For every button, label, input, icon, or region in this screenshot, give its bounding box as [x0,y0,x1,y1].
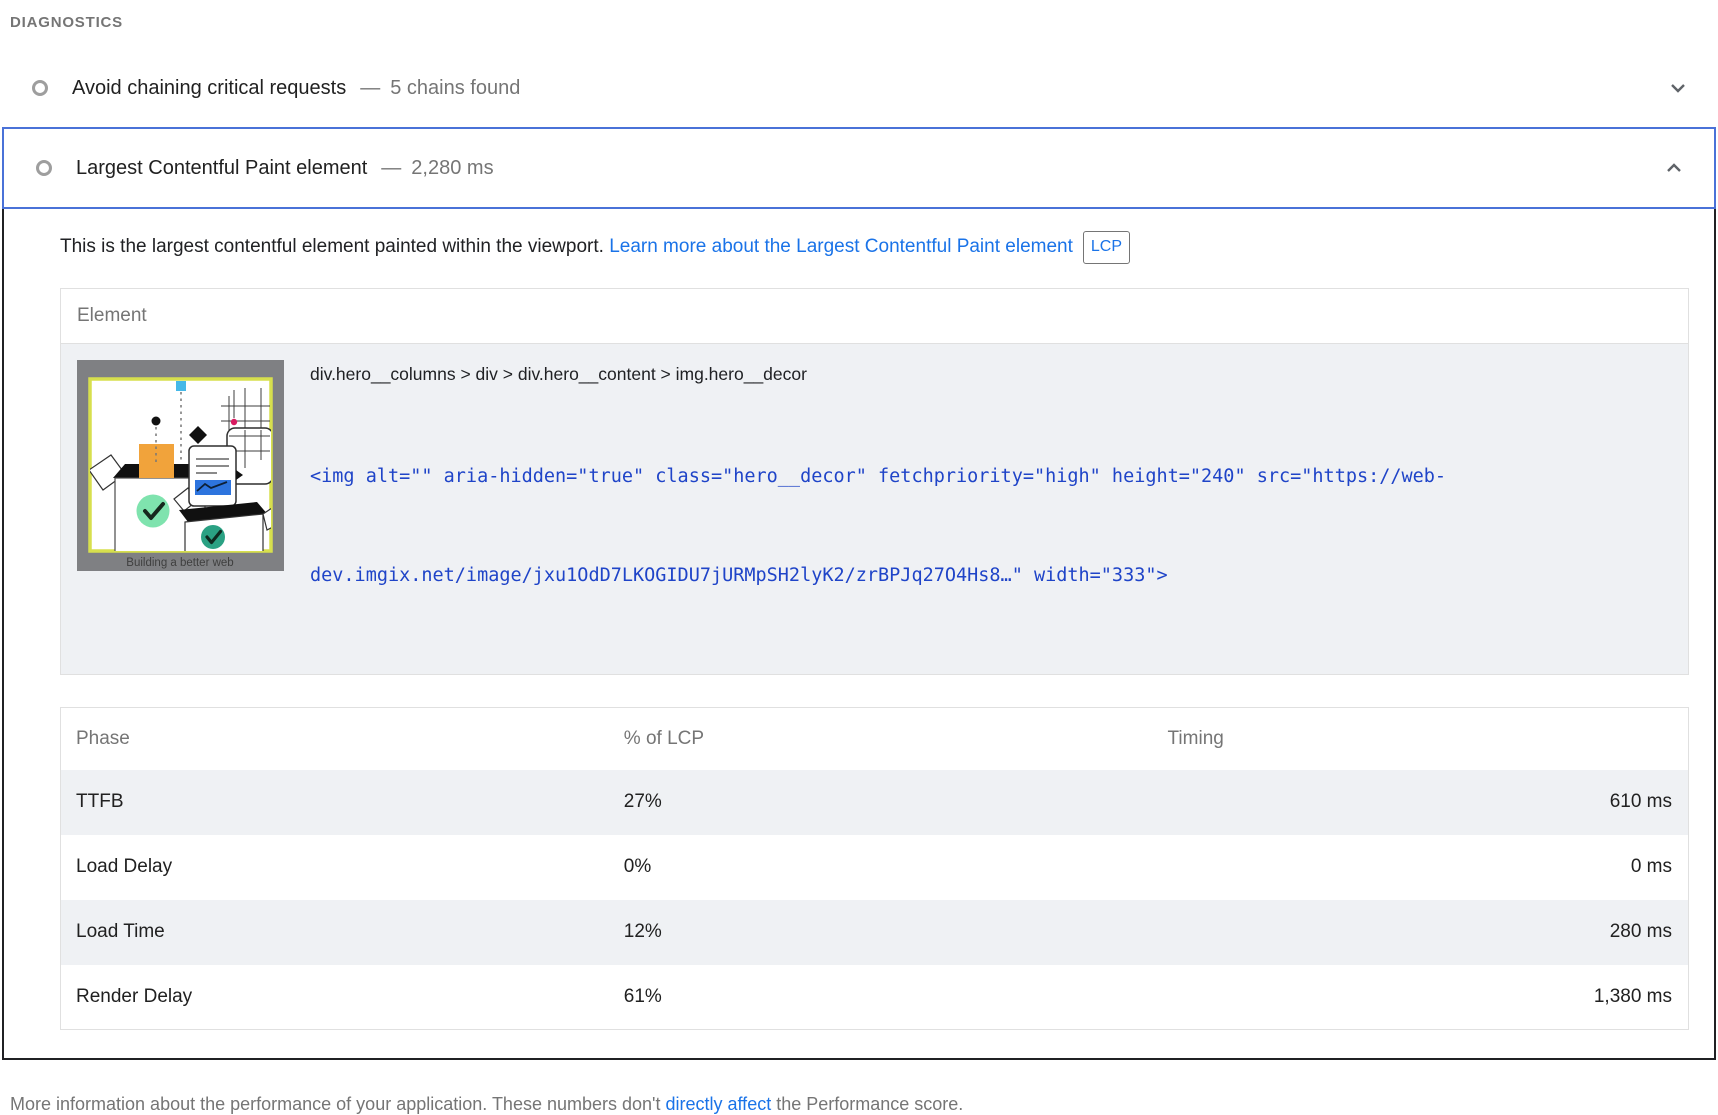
footer-text: the Performance score. [771,1094,963,1114]
description-text: This is the largest contentful element p… [60,236,609,257]
column-header-pct: % of LCP [624,708,1168,770]
table-row: Render Delay 61% 1,380 ms [61,965,1689,1030]
diagnostics-section: DIAGNOSTICS Avoid chaining critical requ… [0,14,1718,1115]
column-header-timing: Timing [1168,708,1689,770]
audit-details: This is the largest contentful element p… [4,231,1714,1030]
pct-cell: 12% [624,900,1168,965]
table-row: TTFB 27% 610 ms [61,770,1689,835]
element-card-body: Building a better web div.hero__columns … [61,344,1688,674]
pct-cell: 0% [624,835,1168,900]
footer-text: More information about the performance o… [10,1094,665,1114]
lcp-phase-table: Phase % of LCP Timing TTFB 27% 610 ms Lo… [60,707,1689,1030]
audit-separator: — [360,77,380,100]
audit-row-critical-request-chains[interactable]: Avoid chaining critical requests — 5 cha… [0,57,1718,119]
audit-title: Largest Contentful Paint element [76,157,367,180]
audit-display-value: 5 chains found [390,77,520,100]
phase-cell: Load Time [61,900,624,965]
learn-more-link[interactable]: Learn more about the Largest Contentful … [609,236,1073,257]
element-card-header: Element [61,289,1688,344]
informative-score-icon [32,80,48,96]
timing-cell: 0 ms [1168,835,1689,900]
thumbnail-caption: Building a better web [126,557,233,569]
element-card: Element [60,288,1689,675]
snippet-line: <img alt="" aria-hidden="true" class="he… [310,460,1446,493]
diagnostics-footer: More information about the performance o… [10,1094,1718,1115]
directly-affect-link[interactable]: directly affect [665,1094,771,1114]
timing-cell: 610 ms [1168,770,1689,835]
pct-cell: 61% [624,965,1168,1030]
audit-description: This is the largest contentful element p… [60,231,1689,264]
phase-cell: Render Delay [61,965,624,1030]
hero-illustration-thumbnail: Building a better web [77,360,284,571]
chevron-down-icon[interactable] [1666,76,1690,100]
timing-cell: 1,380 ms [1168,965,1689,1030]
snippet-line: dev.imgix.net/image/jxu1OdD7LKOGIDU7jURM… [310,559,1446,592]
pct-cell: 27% [624,770,1168,835]
phase-cell: Load Delay [61,835,624,900]
section-title: DIAGNOSTICS [10,14,1718,31]
audit-separator: — [381,157,401,180]
timing-cell: 280 ms [1168,900,1689,965]
audit-panel-lcp-element: Largest Contentful Paint element — 2,280… [2,127,1716,1060]
node-snippet: <img alt="" aria-hidden="true" class="he… [310,394,1446,658]
table-row: Load Delay 0% 0 ms [61,835,1689,900]
table-row: Load Time 12% 280 ms [61,900,1689,965]
table-header-row: Phase % of LCP Timing [61,708,1689,770]
column-header-phase: Phase [61,708,624,770]
audit-title: Avoid chaining critical requests [72,77,346,100]
element-screenshot-thumbnail[interactable]: Building a better web [77,360,284,571]
node-info: div.hero__columns > div > div.hero__cont… [310,360,1446,658]
phase-cell: TTFB [61,770,624,835]
dom-path: div.hero__columns > div > div.hero__cont… [310,364,1446,385]
audit-display-value: 2,280 ms [411,157,493,180]
chevron-up-icon[interactable] [1662,156,1686,180]
lcp-badge[interactable]: LCP [1083,231,1130,264]
informative-score-icon [36,160,52,176]
audit-row-lcp-element[interactable]: Largest Contentful Paint element — 2,280… [2,127,1716,209]
